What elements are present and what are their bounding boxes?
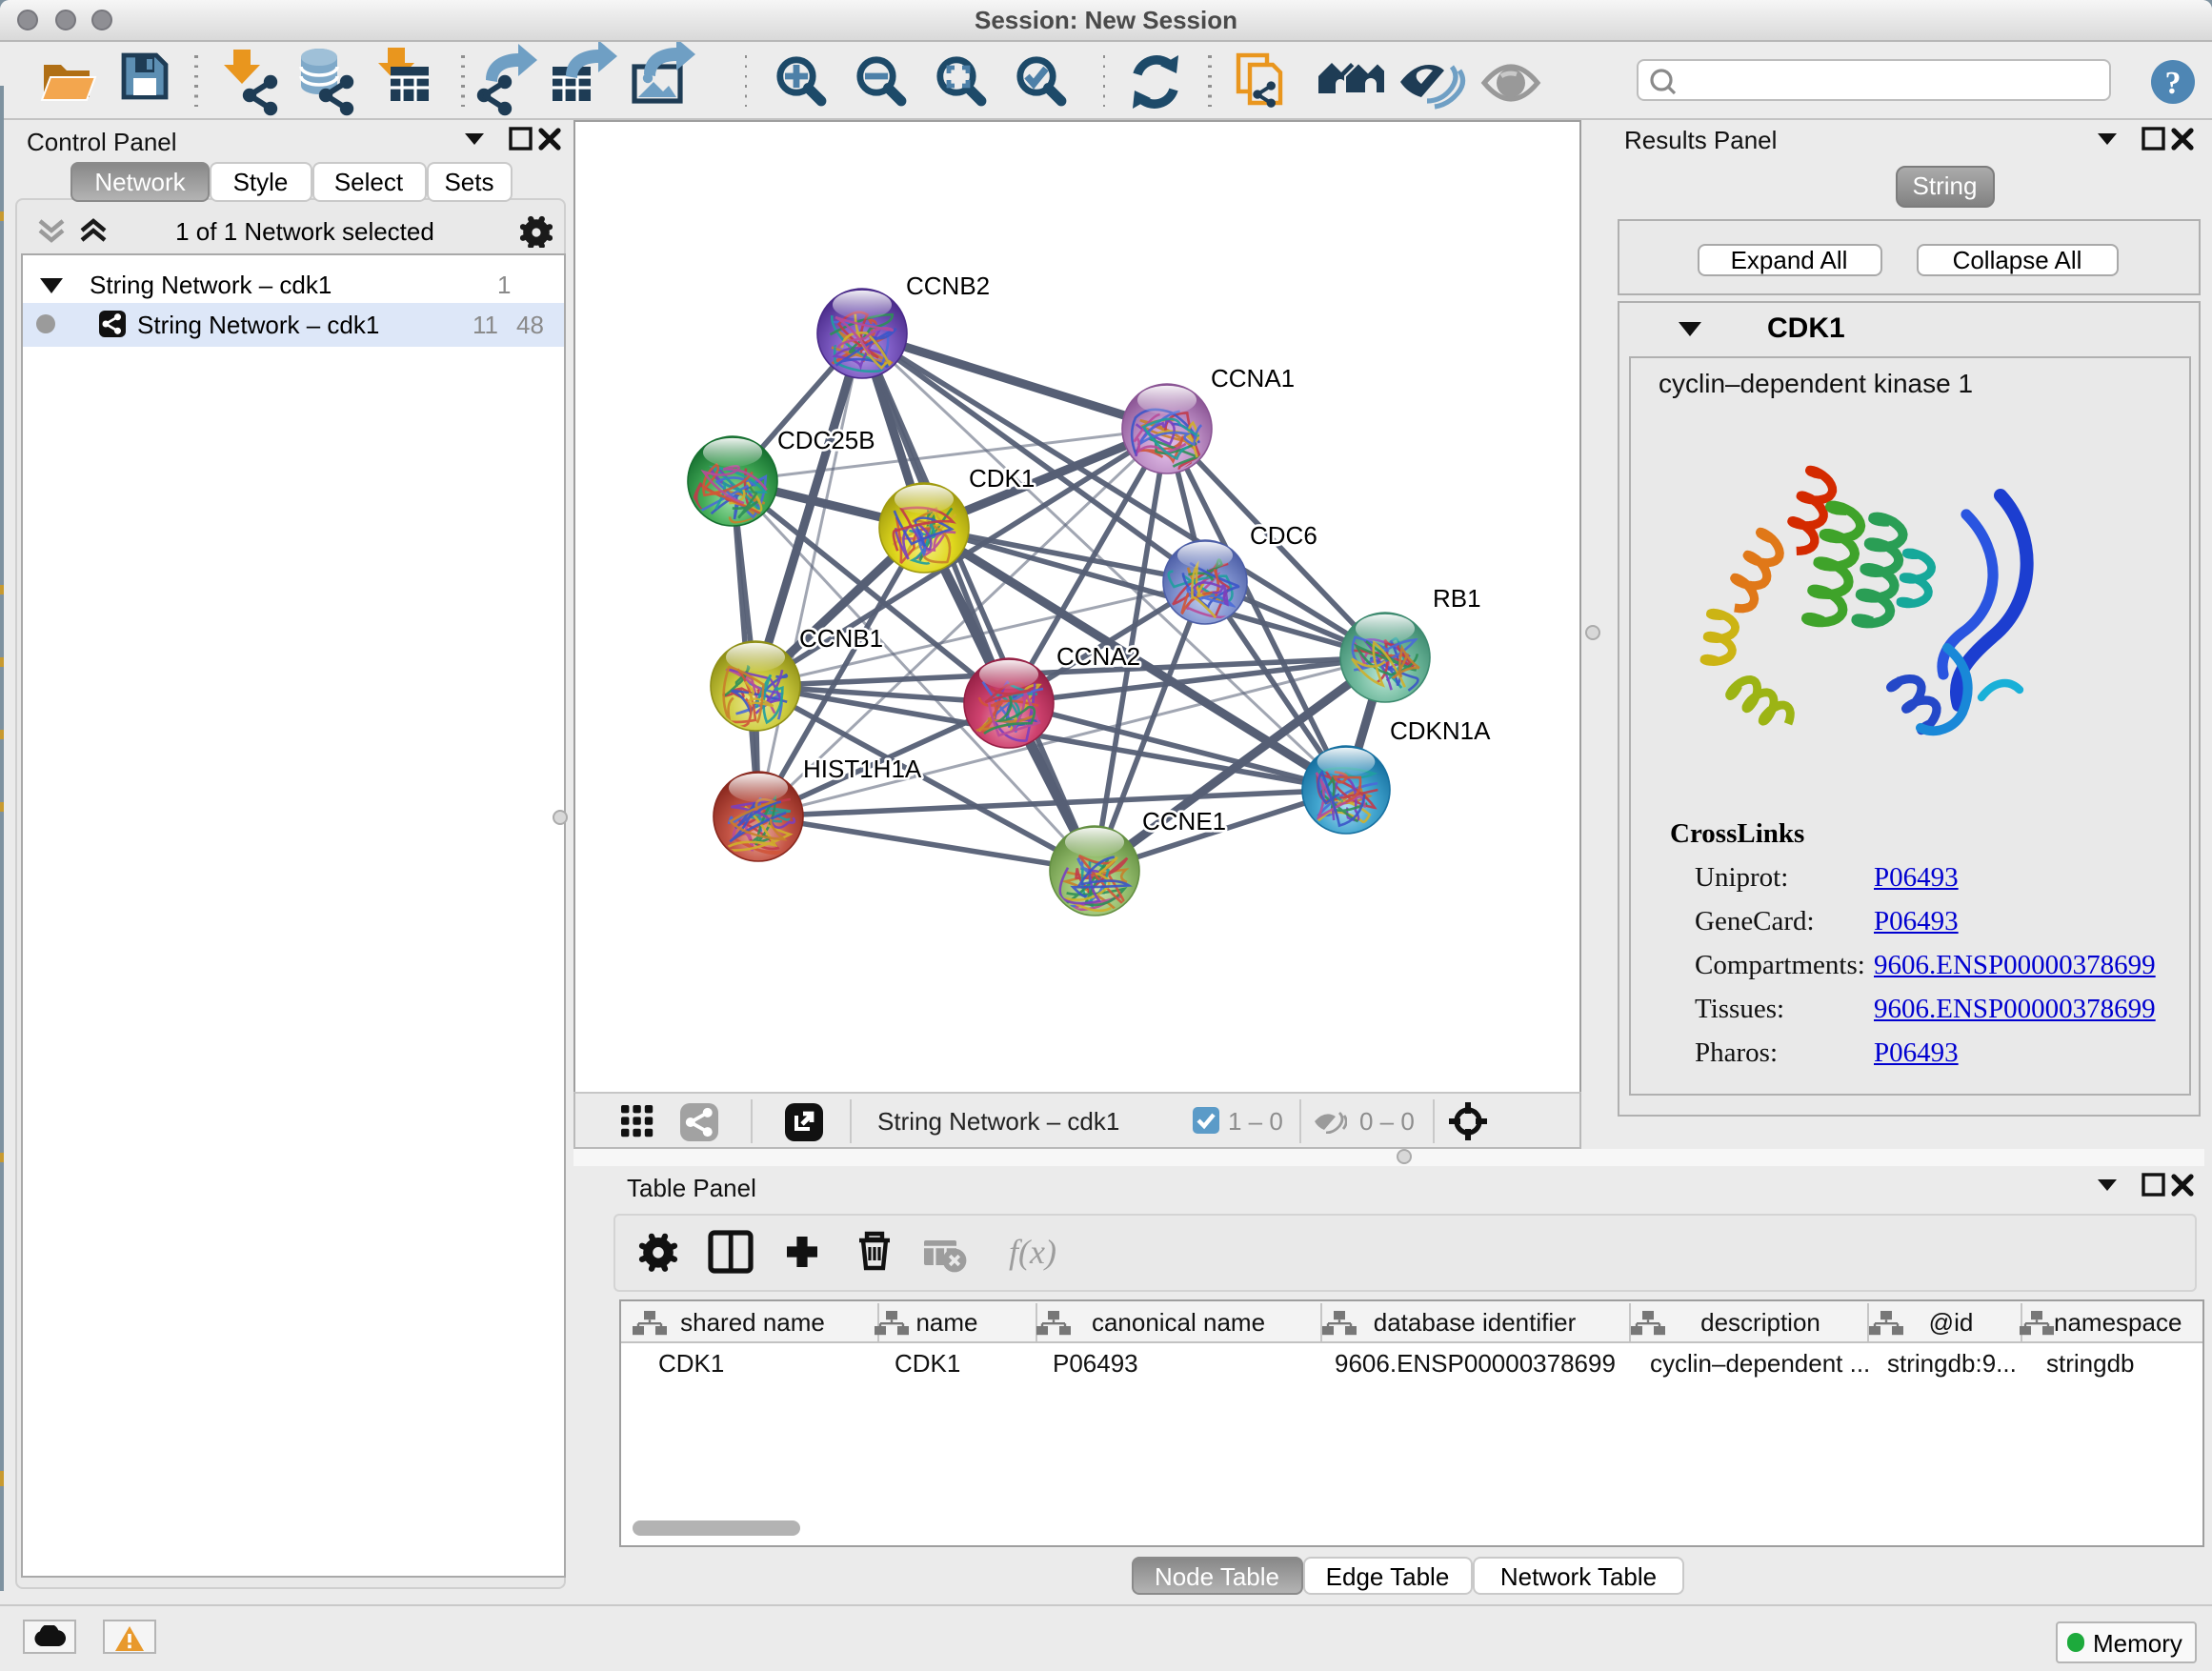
svg-text:?: ? xyxy=(2165,66,2182,101)
svg-text:CDK1: CDK1 xyxy=(968,463,1034,492)
svg-text:f(x): f(x) xyxy=(1009,1233,1056,1271)
svg-text:CCNB2: CCNB2 xyxy=(905,271,989,299)
svg-text:name: name xyxy=(915,1307,976,1336)
svg-text:description: description xyxy=(1699,1307,1820,1336)
svg-text:CDKN1A: CDKN1A xyxy=(1389,715,1490,744)
svg-text:CDK1: CDK1 xyxy=(894,1348,959,1377)
svg-text:canonical name: canonical name xyxy=(1091,1307,1264,1336)
svg-text:P06493: P06493 xyxy=(1052,1348,1137,1377)
svg-text:9606.ENSP00000378699: 9606.ENSP00000378699 xyxy=(1334,1348,1615,1377)
svg-text:shared name: shared name xyxy=(679,1307,824,1336)
svg-text:stringdb: stringdb xyxy=(2045,1348,2134,1377)
svg-text:database identifier: database identifier xyxy=(1373,1307,1576,1336)
svg-text:CDC6: CDC6 xyxy=(1249,520,1317,549)
svg-text:CCNA2: CCNA2 xyxy=(1056,641,1139,670)
svg-text:CCNA1: CCNA1 xyxy=(1210,363,1294,392)
svg-text:RB1: RB1 xyxy=(1432,583,1480,612)
svg-text:CDC25B: CDC25B xyxy=(776,425,875,453)
svg-text:stringdb:9...: stringdb:9... xyxy=(1886,1348,2016,1377)
svg-text:namespace: namespace xyxy=(2053,1307,2181,1336)
svg-text:CCNB1: CCNB1 xyxy=(798,623,882,652)
svg-text:cyclin–dependent ...: cyclin–dependent ... xyxy=(1649,1348,1869,1377)
svg-text:CCNE1: CCNE1 xyxy=(1141,806,1225,835)
svg-text:HIST1H1A: HIST1H1A xyxy=(802,754,921,782)
svg-text:CDK1: CDK1 xyxy=(657,1348,723,1377)
svg-text:@id: @id xyxy=(1928,1307,1973,1336)
